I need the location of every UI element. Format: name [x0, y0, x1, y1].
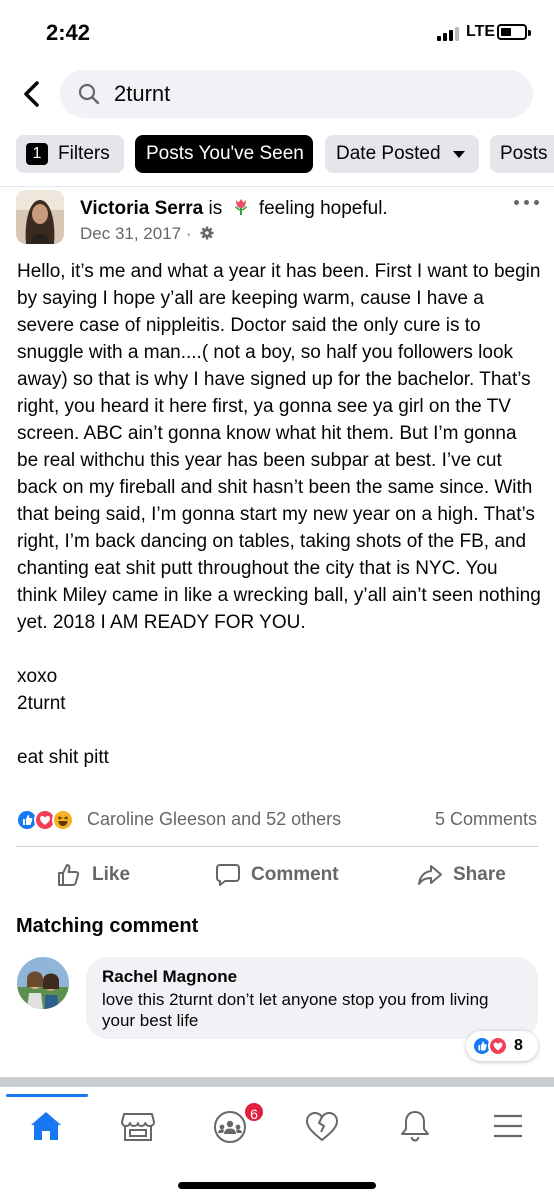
posts-youve-seen-chip[interactable]: Posts You've Seen — [135, 135, 313, 173]
post-closing-line: eat shit pitt — [17, 747, 109, 768]
reaction-icons[interactable] — [16, 808, 74, 832]
love-reaction-icon — [488, 1036, 508, 1056]
matching-comment-heading: Matching comment — [16, 915, 199, 937]
gear-icon — [200, 226, 214, 240]
reactions-summary[interactable]: Caroline Gleeson and 52 others — [87, 809, 341, 830]
divider — [0, 186, 554, 187]
marketplace-icon — [121, 1113, 155, 1141]
nav-notifications[interactable] — [395, 1106, 435, 1146]
author-name[interactable]: Victoria Serra — [80, 198, 203, 219]
tulip-emoji-icon — [234, 199, 247, 215]
posts-chip[interactable]: Posts — [490, 135, 554, 173]
author-avatar[interactable] — [16, 190, 64, 244]
share-button[interactable]: Share — [417, 860, 506, 890]
status-time: 2:42 — [46, 20, 91, 45]
network-label: LTE — [466, 23, 496, 40]
post-signoff: xoxo — [17, 666, 58, 687]
divider — [16, 846, 538, 847]
groups-notification-badge: 6 — [243, 1101, 265, 1123]
comment-text: love this 2turnt don’t let anyone stop y… — [102, 990, 489, 1030]
active-tab-indicator — [6, 1094, 88, 1097]
search-input[interactable] — [114, 78, 514, 110]
haha-reaction-icon — [52, 809, 74, 831]
comment-bubble[interactable]: Rachel Magnone love this 2turnt don’t le… — [86, 957, 538, 1039]
commenter-name[interactable]: Rachel Magnone — [102, 967, 237, 987]
post-date-line[interactable]: Dec 31, 2017 · — [80, 224, 214, 244]
comment-icon — [216, 864, 240, 886]
comment-label: Comment — [251, 864, 339, 885]
comment-reactions[interactable]: 8 — [466, 1031, 538, 1061]
like-button[interactable]: Like — [56, 860, 130, 890]
signal-icon — [437, 25, 463, 41]
home-icon — [31, 1112, 61, 1140]
search-bar[interactable] — [60, 70, 533, 118]
nav-dating[interactable] — [302, 1106, 342, 1146]
post-date: Dec 31, 2017 · — [80, 224, 192, 243]
share-arrow-icon — [418, 865, 442, 885]
is-word: is — [208, 198, 223, 219]
heart-icon — [306, 1112, 338, 1141]
posts-youve-seen-label: Posts You've Seen — [146, 143, 304, 164]
back-button[interactable] — [20, 80, 44, 108]
date-posted-chip[interactable]: Date Posted — [325, 135, 479, 173]
comments-count[interactable]: 5 Comments — [435, 809, 537, 830]
filter-chips: 1 Filters Posts You've Seen Date Posted … — [0, 135, 554, 175]
bell-icon — [401, 1111, 429, 1142]
comment-reaction-count: 8 — [514, 1037, 523, 1054]
post-body: Hello, it’s me and what a year it has be… — [17, 258, 542, 771]
home-indicator[interactable] — [178, 1182, 376, 1189]
post-signature: 2turnt — [17, 693, 66, 714]
share-label: Share — [453, 864, 506, 885]
nav-home[interactable] — [26, 1106, 66, 1146]
chevron-left-icon — [24, 81, 39, 107]
comment-button[interactable]: Comment — [215, 860, 339, 890]
more-options-button[interactable] — [514, 200, 540, 208]
post-paragraph: Hello, it’s me and what a year it has be… — [17, 261, 541, 633]
feeling-text: feeling hopeful. — [258, 198, 388, 219]
menu-icon — [494, 1114, 522, 1138]
commenter-avatar[interactable] — [17, 957, 69, 1009]
filters-chip-label: Filters — [58, 143, 110, 164]
thumbs-up-icon — [58, 864, 80, 886]
filters-chip[interactable]: 1 Filters — [16, 135, 124, 173]
posts-chip-label: Posts — [500, 143, 548, 164]
like-label: Like — [92, 864, 131, 885]
nav-menu[interactable] — [488, 1106, 528, 1146]
status-bar: 2:42 LTE — [0, 0, 554, 64]
section-separator — [0, 1077, 554, 1087]
filters-count-badge: 1 — [26, 143, 48, 165]
nav-marketplace[interactable] — [118, 1106, 158, 1146]
post-author-line: Victoria Serra is feeling hopeful. — [80, 197, 388, 220]
search-icon — [78, 83, 100, 105]
caret-down-icon — [452, 150, 465, 158]
battery-icon — [497, 24, 531, 40]
date-posted-label: Date Posted — [336, 143, 441, 164]
